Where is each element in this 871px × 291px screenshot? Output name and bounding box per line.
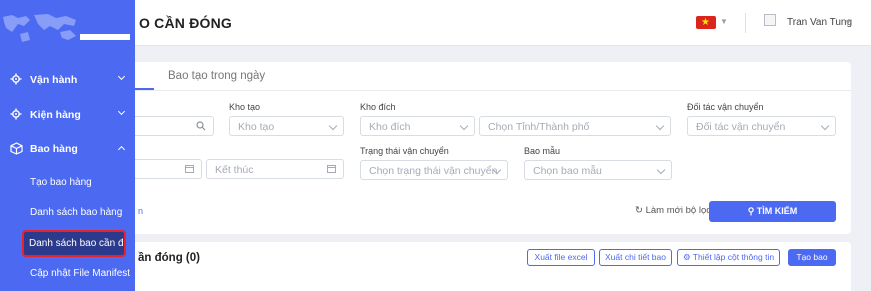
user-name[interactable]: Tran Van Tung bbox=[787, 17, 852, 28]
calendar-icon bbox=[327, 164, 336, 176]
chevron-down-icon bbox=[459, 121, 469, 131]
refresh-icon: ↻ bbox=[635, 205, 643, 216]
trang-thai-label: Trạng thái vận chuyển bbox=[360, 146, 449, 156]
search-button-label: TÌM KIẾM bbox=[756, 206, 798, 216]
sidebar-subitem-tao-bao-hang[interactable]: Tạo bao hàng bbox=[30, 177, 92, 188]
avatar[interactable] bbox=[764, 14, 776, 26]
logo[interactable] bbox=[0, 12, 131, 46]
export-excel-button[interactable]: Xuất file excel bbox=[527, 249, 595, 266]
end-date-input[interactable]: Kết thúc bbox=[206, 159, 344, 179]
kho-dich-select[interactable]: Kho đích bbox=[360, 116, 475, 136]
tinh-thanh-select[interactable]: Chọn Tỉnh/Thành phố bbox=[479, 116, 671, 136]
logo-bar bbox=[80, 34, 130, 40]
chevron-down-icon bbox=[117, 72, 126, 81]
sidebar: Vận hành Kiện hàng Bao hàng Tạo bao hàng… bbox=[0, 0, 135, 291]
tinh-thanh-placeholder: Chọn Tỉnh/Thành phố bbox=[488, 121, 590, 133]
chevron-down-icon bbox=[820, 121, 830, 131]
tabs-divider bbox=[130, 90, 851, 91]
sidebar-item-kien-hang[interactable]: Kiện hàng bbox=[0, 105, 135, 125]
chevron-down-icon bbox=[655, 121, 665, 131]
bao-mau-placeholder: Chọn bao mẫu bbox=[533, 165, 602, 177]
list-card: ần đóng (0) Xuất file excel Xuất chi tiế… bbox=[130, 242, 851, 291]
sidebar-item-label: Bao hàng bbox=[30, 143, 78, 155]
user-menu-caret-icon[interactable]: ▼ bbox=[844, 18, 852, 27]
kho-dich-placeholder: Kho đích bbox=[369, 121, 411, 133]
list-title: ần đóng (0) bbox=[138, 252, 200, 264]
sidebar-subitem-danh-sach-bao-can-dong[interactable]: Danh sách bao cần đó... bbox=[22, 230, 126, 257]
sidebar-item-label: Vận hành bbox=[30, 74, 78, 86]
sidebar-subitem-label: Danh sách bao cần đó... bbox=[29, 238, 123, 249]
calendar-icon bbox=[185, 164, 194, 176]
search-icon: ⚲ bbox=[747, 206, 755, 216]
chevron-up-icon bbox=[117, 145, 126, 154]
export-detail-button[interactable]: Xuất chi tiết bao bbox=[599, 249, 672, 266]
vietnam-flag-icon[interactable]: ★ bbox=[696, 16, 716, 29]
create-bag-button[interactable]: Tạo bao bbox=[788, 249, 836, 266]
gear-icon bbox=[10, 73, 22, 85]
collapse-filter-link[interactable]: n bbox=[138, 206, 143, 216]
sidebar-item-van-hanh[interactable]: Vận hành bbox=[0, 70, 135, 90]
bao-mau-select[interactable]: Chọn bao mẫu bbox=[524, 160, 672, 180]
kho-tao-label: Kho tạo bbox=[229, 102, 261, 112]
gear-icon bbox=[10, 108, 22, 120]
kho-tao-placeholder: Kho tạo bbox=[238, 121, 275, 133]
page-title: O CẦN ĐÓNG bbox=[139, 15, 232, 31]
filter-card: Bao tạo trong ngày Kho tạo Kho tạo Kho đ… bbox=[130, 62, 851, 234]
bao-mau-label: Bao mẫu bbox=[524, 146, 561, 156]
search-input[interactable] bbox=[130, 116, 214, 136]
trang-thai-select[interactable]: Chọn trạng thái vận chuyển bbox=[360, 160, 508, 180]
doi-tac-label: Đối tác vận chuyển bbox=[687, 102, 764, 112]
trang-thai-placeholder: Chọn trạng thái vận chuyển bbox=[369, 165, 498, 177]
sidebar-subitem-danh-sach-bao-hang[interactable]: Danh sách bao hàng bbox=[30, 207, 122, 218]
header-divider bbox=[745, 13, 746, 33]
kho-tao-select[interactable]: Kho tạo bbox=[229, 116, 344, 136]
reset-filter-label: Làm mới bộ lọc bbox=[645, 205, 711, 216]
column-setting-label: Thiết lập cột thông tin bbox=[692, 252, 775, 262]
tab-bao-tao-trong-ngay[interactable]: Bao tạo trong ngày bbox=[168, 70, 265, 82]
column-setting-button[interactable]: ⚙ Thiết lập cột thông tin bbox=[677, 249, 780, 266]
start-date-input[interactable] bbox=[130, 159, 202, 179]
end-date-placeholder: Kết thúc bbox=[215, 164, 254, 176]
sidebar-item-bao-hang[interactable]: Bao hàng bbox=[0, 139, 135, 159]
gear-icon: ⚙ bbox=[682, 252, 691, 262]
language-caret-icon[interactable]: ▼ bbox=[720, 17, 728, 26]
kho-dich-label: Kho đích bbox=[360, 102, 396, 112]
sidebar-subitem-cap-nhat-manifest[interactable]: Cập nhật File Manifest bbox=[30, 268, 130, 279]
search-button[interactable]: ⚲ TÌM KIẾM bbox=[709, 201, 836, 222]
reset-filter-button[interactable]: ↻ Làm mới bộ lọc bbox=[635, 205, 711, 216]
chevron-down-icon bbox=[328, 121, 338, 131]
search-icon bbox=[196, 121, 206, 134]
doi-tac-select[interactable]: Đối tác vận chuyển bbox=[687, 116, 836, 136]
chevron-down-icon bbox=[117, 107, 126, 116]
sidebar-item-label: Kiện hàng bbox=[30, 109, 81, 121]
chevron-down-icon bbox=[656, 165, 666, 175]
box-icon bbox=[10, 142, 23, 155]
doi-tac-placeholder: Đối tác vận chuyển bbox=[696, 121, 786, 133]
